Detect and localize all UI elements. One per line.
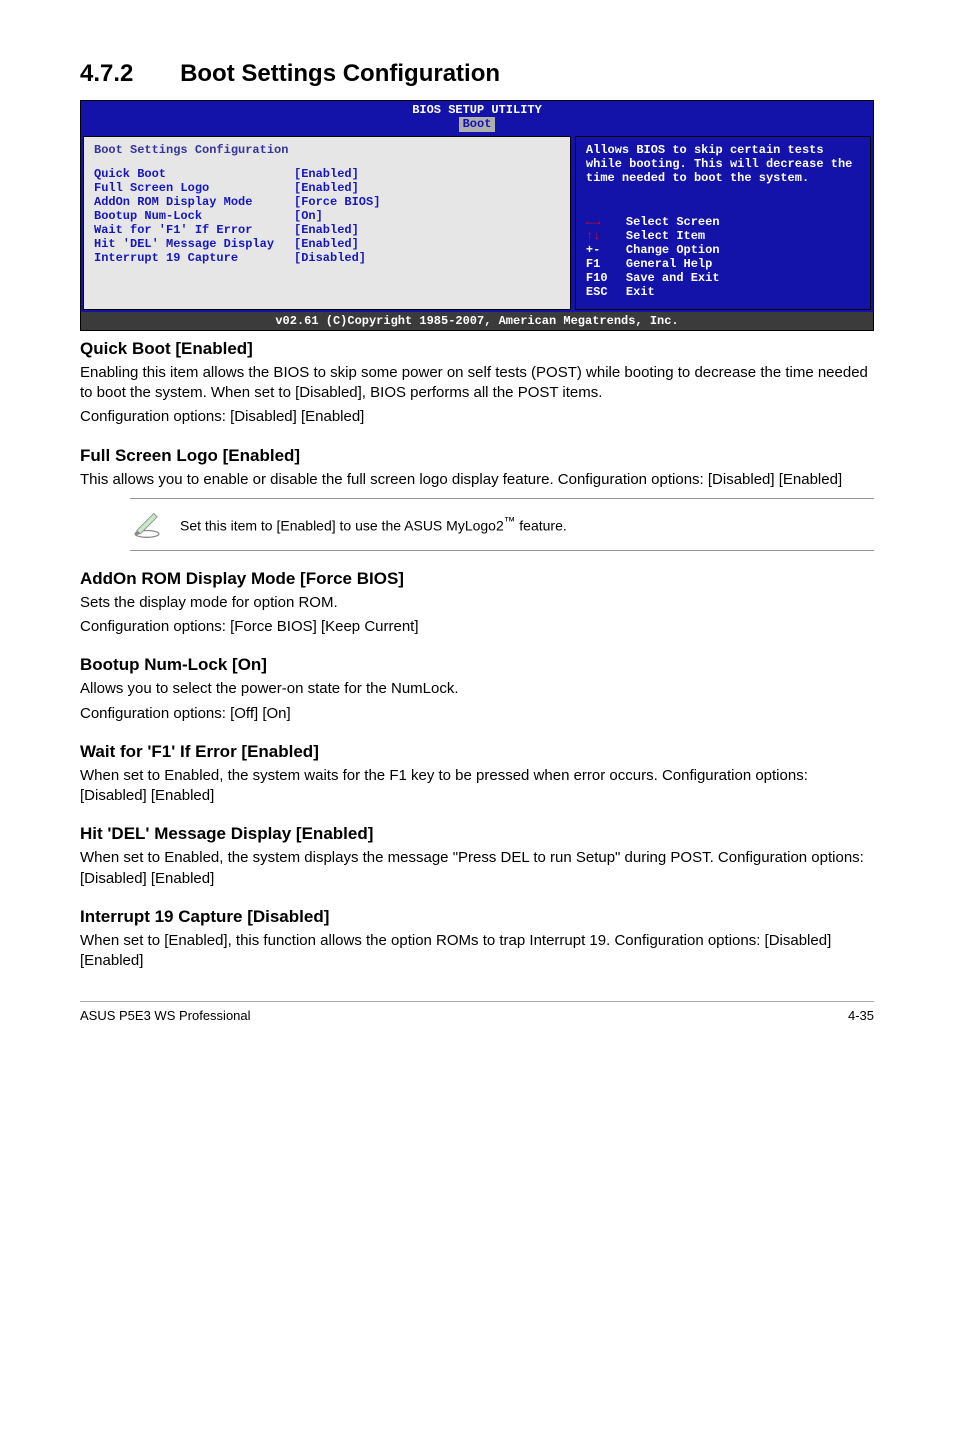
addon-heading: AddOn ROM Display Mode [Force BIOS] (80, 569, 874, 589)
bios-active-tab: Boot (459, 117, 496, 131)
section-heading-text: Boot Settings Configuration (180, 60, 500, 87)
bios-nav-key: F10 (586, 271, 626, 285)
addon-body1: Sets the display mode for option ROM. (80, 593, 874, 613)
bios-setting-row: Wait for 'F1' If Error[Enabled] (94, 223, 560, 237)
bios-nav-label: Select Screen (626, 215, 720, 229)
bios-footer: v02.61 (C)Copyright 1985-2007, American … (81, 312, 873, 330)
bios-nav-key: +- (586, 243, 626, 257)
bios-nav-label: Change Option (626, 243, 720, 257)
bios-nav-row: ESCExit (586, 285, 860, 299)
bios-setting-label: Hit 'DEL' Message Display (94, 237, 294, 251)
interrupt-body1: When set to [Enabled], this function all… (80, 931, 874, 972)
bios-setting-value: [Force BIOS] (294, 195, 380, 209)
bios-setting-value: [Enabled] (294, 167, 359, 181)
bios-nav-row: F1General Help (586, 257, 860, 271)
bios-nav-row: F10Save and Exit (586, 271, 860, 285)
waitf1-heading: Wait for 'F1' If Error [Enabled] (80, 742, 874, 762)
bios-nav-row: ←→Select Screen (586, 215, 860, 229)
bios-setting-label: Wait for 'F1' If Error (94, 223, 294, 237)
bootup-body2: Configuration options: [Off] [On] (80, 704, 874, 724)
note-suffix: feature. (515, 518, 566, 534)
bios-setting-label: Bootup Num-Lock (94, 209, 294, 223)
bios-nav-key: ←→ (586, 215, 626, 229)
pencil-icon (130, 505, 180, 544)
section-number: 4.7.2 (80, 60, 133, 88)
bios-help-text: Allows BIOS to skip certain tests while … (586, 143, 860, 185)
addon-body2: Configuration options: [Force BIOS] [Kee… (80, 617, 874, 637)
quick-boot-body1: Enabling this item allows the BIOS to sk… (80, 363, 874, 404)
bios-title-line1: BIOS SETUP UTILITY (81, 103, 873, 117)
bios-setting-label: Interrupt 19 Capture (94, 251, 294, 265)
hitdel-body1: When set to Enabled, the system displays… (80, 848, 874, 889)
bios-setting-label: AddOn ROM Display Mode (94, 195, 294, 209)
bios-nav-label: General Help (626, 257, 712, 271)
bios-nav-label: Select Item (626, 229, 705, 243)
bios-setting-value: [Enabled] (294, 181, 359, 195)
bios-setting-row: AddOn ROM Display Mode[Force BIOS] (94, 195, 560, 209)
waitf1-body1: When set to Enabled, the system waits fo… (80, 766, 874, 807)
bios-setting-row: Bootup Num-Lock[On] (94, 209, 560, 223)
bios-setting-value: [Disabled] (294, 251, 366, 265)
bios-setting-row: Full Screen Logo[Enabled] (94, 181, 560, 195)
bios-nav-row: +-Change Option (586, 243, 860, 257)
section-title: 4.7.2 Boot Settings Configuration (80, 60, 874, 88)
bios-left-heading: Boot Settings Configuration (94, 143, 560, 157)
footer-right: 4-35 (848, 1008, 874, 1023)
bios-nav-label: Save and Exit (626, 271, 720, 285)
full-screen-body1: This allows you to enable or disable the… (80, 470, 874, 490)
bios-nav-key: ↑↓ (586, 229, 626, 243)
bios-right-panel: Allows BIOS to skip certain tests while … (575, 136, 871, 310)
bootup-heading: Bootup Num-Lock [On] (80, 655, 874, 675)
bios-nav-key: ESC (586, 285, 626, 299)
bios-setting-row: Interrupt 19 Capture[Disabled] (94, 251, 560, 265)
bios-setting-row: Quick Boot[Enabled] (94, 167, 560, 181)
bios-titlebar: BIOS SETUP UTILITY Boot (81, 101, 873, 134)
interrupt-heading: Interrupt 19 Capture [Disabled] (80, 907, 874, 927)
note-text: Set this item to [Enabled] to use the AS… (180, 515, 874, 534)
quick-boot-body2: Configuration options: [Disabled] [Enabl… (80, 407, 874, 427)
bios-setting-row: Hit 'DEL' Message Display[Enabled] (94, 237, 560, 251)
bios-nav-row: ↑↓Select Item (586, 229, 860, 243)
full-screen-heading: Full Screen Logo [Enabled] (80, 446, 874, 466)
bios-nav-key: F1 (586, 257, 626, 271)
bios-setting-label: Full Screen Logo (94, 181, 294, 195)
bios-setting-value: [On] (294, 209, 323, 223)
footer-left: ASUS P5E3 WS Professional (80, 1008, 251, 1023)
page-footer: ASUS P5E3 WS Professional 4-35 (80, 1001, 874, 1023)
note-row: Set this item to [Enabled] to use the AS… (130, 498, 874, 551)
bios-setting-label: Quick Boot (94, 167, 294, 181)
bios-setting-value: [Enabled] (294, 223, 359, 237)
bootup-body1: Allows you to select the power-on state … (80, 679, 874, 699)
bios-screenshot: BIOS SETUP UTILITY Boot Boot Settings Co… (80, 100, 874, 331)
bios-left-panel: Boot Settings Configuration Quick Boot[E… (83, 136, 571, 310)
quick-boot-heading: Quick Boot [Enabled] (80, 339, 874, 359)
bios-body: Boot Settings Configuration Quick Boot[E… (81, 134, 873, 312)
trademark-icon: ™ (504, 515, 516, 528)
bios-nav-label: Exit (626, 285, 655, 299)
bios-setting-value: [Enabled] (294, 237, 359, 251)
note-prefix: Set this item to [Enabled] to use the AS… (180, 518, 504, 534)
hitdel-heading: Hit 'DEL' Message Display [Enabled] (80, 824, 874, 844)
